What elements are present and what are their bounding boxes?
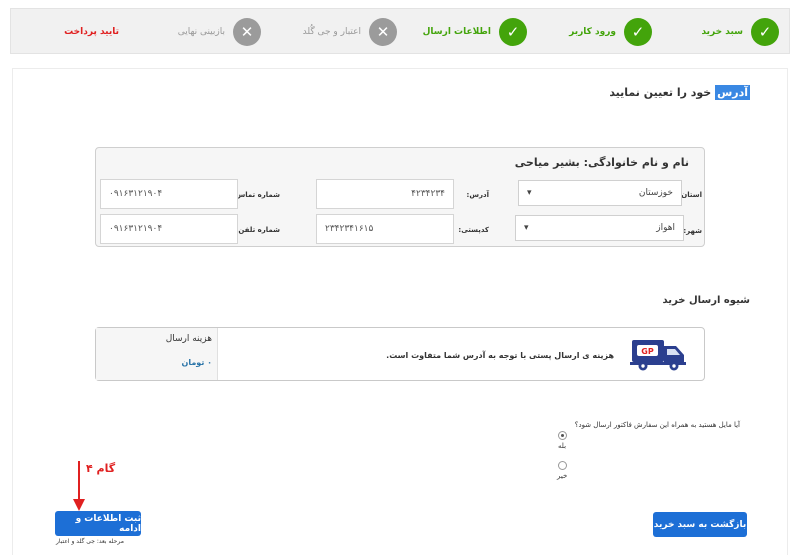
check-icon: ✓ [624, 18, 652, 46]
delivery-truck-icon: GP [630, 340, 686, 371]
invoice-no-radio[interactable] [558, 461, 567, 470]
customer-name: نام و نام خانوادگی: بشیر میاحی [514, 156, 689, 169]
address-title-rest: خود را تعیین نمایید [609, 86, 716, 99]
step-label: بازبینی نهایی [177, 27, 225, 37]
close-icon: ✕ [233, 18, 261, 46]
step-credit-gold: اعتبار و جی گُلد ✕ [303, 9, 397, 55]
address-label: آدرس: [466, 191, 489, 199]
step-label: سبد خرید [701, 27, 743, 37]
step-cart[interactable]: سبد خرید ✓ [701, 9, 779, 55]
city-select[interactable]: اهواز ▾ [515, 215, 684, 241]
close-icon: ✕ [369, 18, 397, 46]
invoice-question: آیا مایل هستید به همراه این سفارش فاکتور… [574, 421, 740, 429]
province-select[interactable]: خوزستان ▾ [518, 180, 682, 206]
next-step-note: مرحله بعد: جی گلد و اعتبار [56, 538, 124, 545]
shipping-section-title: شیوه ارسال خرید [662, 295, 750, 306]
check-icon: ✓ [751, 18, 779, 46]
province-value: خوزستان [638, 188, 673, 198]
address-form: نام و نام خانوادگی: بشیر میاحی استان: خو… [95, 147, 705, 247]
city-value: اهواز [656, 223, 675, 233]
step-login[interactable]: ورود کاربر ✓ [569, 9, 652, 55]
checkout-steps: سبد خرید ✓ ورود کاربر ✓ اطلاعات ارسال ✓ … [10, 8, 790, 54]
phone-input[interactable]: ۰۹۱۶۳۱۲۱۹۰۴ [100, 179, 238, 209]
step-final-review: بازبینی نهایی ✕ [178, 9, 261, 55]
address-title-highlight: آدرس [715, 85, 750, 100]
chevron-down-icon: ▾ [524, 223, 529, 233]
invoice-yes-radio[interactable] [558, 431, 567, 440]
shipping-cost-column: هزینه ارسال ۰ تومان [96, 328, 218, 380]
step-label: اعتبار و جی گُلد [302, 27, 361, 37]
postal-code-label: کدپستی: [458, 226, 489, 234]
step-payment-confirm: تایید پرداخت [64, 9, 119, 55]
check-icon: ✓ [499, 18, 527, 46]
invoice-yes-label: بله [558, 442, 567, 450]
step-shipping-info[interactable]: اطلاعات ارسال ✓ [423, 9, 527, 55]
step-annotation: گام ۴ [86, 462, 116, 475]
submit-continue-button[interactable]: ثبت اطلاعات و ادامه [55, 511, 141, 536]
address-section-title: آدرس خود را تعیین نمایید [609, 85, 750, 100]
shipping-cost-value: ۰ تومان [181, 358, 212, 367]
shipping-description: هزینه ی ارسال پستی با توجه به آدرس شما م… [386, 351, 614, 360]
shipping-cost-header: هزینه ارسال [165, 334, 212, 344]
address-input[interactable]: ۴۲۳۴۲۳۴ [316, 179, 454, 209]
postal-code-input[interactable]: ۲۳۴۲۳۴۱۶۱۵ [316, 214, 454, 244]
mobile-input[interactable]: ۰۹۱۶۳۱۲۱۹۰۴ [100, 214, 238, 244]
shipping-method-option[interactable]: هزینه ارسال ۰ تومان هزینه ی ارسال پستی ب… [95, 327, 705, 381]
step-label: ورود کاربر [569, 27, 616, 37]
step-label: تایید پرداخت [64, 27, 119, 37]
invoice-no-label: خیر [557, 472, 568, 480]
svg-text:GP: GP [641, 347, 654, 356]
down-arrow-icon [73, 461, 85, 511]
city-label: شهر: [683, 227, 702, 235]
back-to-cart-button[interactable]: بازگشت به سبد خرید [653, 512, 747, 537]
step-label: اطلاعات ارسال [422, 27, 491, 37]
main-panel [12, 68, 788, 555]
chevron-down-icon: ▾ [527, 188, 532, 198]
